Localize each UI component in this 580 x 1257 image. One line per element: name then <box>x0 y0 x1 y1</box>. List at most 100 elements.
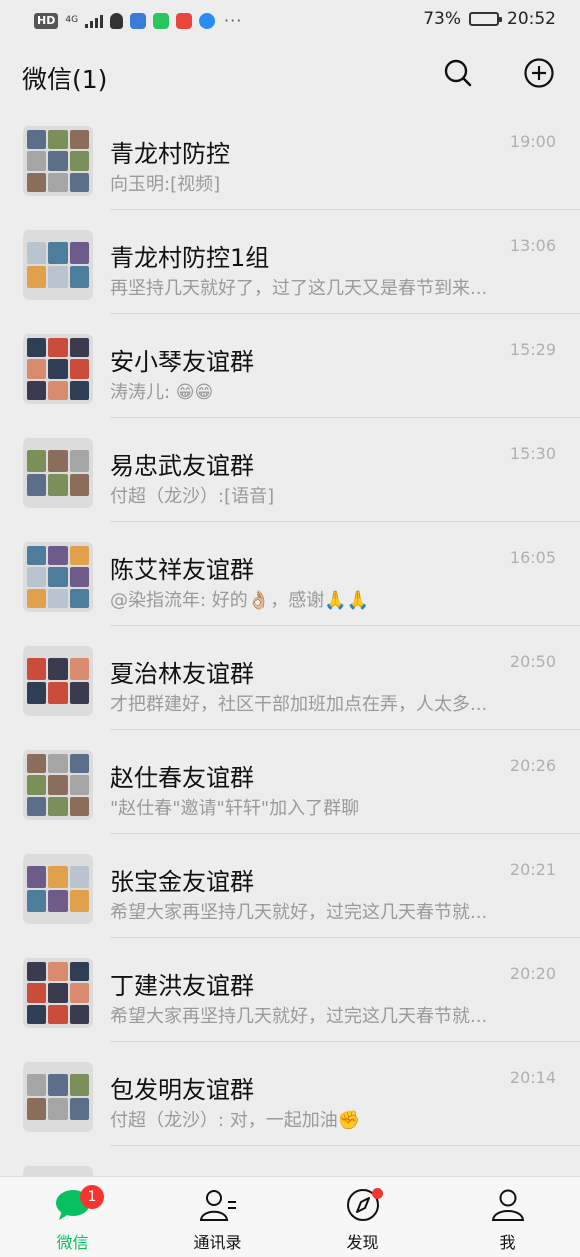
chat-row[interactable]: 包发明友谊群 付超（龙沙）: 对，一起加油✊ 20:14 <box>0 1042 580 1146</box>
member-thumbnail <box>48 983 68 1003</box>
contacts-icon <box>198 1187 238 1223</box>
member-thumbnail <box>69 588 89 608</box>
network-indicator: 4G <box>65 15 79 25</box>
member-thumbnail <box>48 682 68 704</box>
member-thumbnail <box>27 151 47 171</box>
chat-time: 20:20 <box>509 964 556 983</box>
member-thumbnail <box>27 962 47 982</box>
chat-row[interactable]: 夏治林友谊群 才把群建好，社区干部加班加点在弄，人太多... 20:50 <box>0 626 580 730</box>
tab-me[interactable]: 我 <box>435 1177 580 1257</box>
plus-circle-icon <box>524 58 554 88</box>
member-thumbnail <box>69 380 89 400</box>
member-thumbnail <box>27 682 47 704</box>
member-thumbnail <box>27 658 47 680</box>
member-thumbnail <box>69 1004 89 1024</box>
group-avatar <box>23 126 93 196</box>
chat-name: 张宝金友谊群 <box>110 868 254 896</box>
unread-badge: 1 <box>80 1185 104 1209</box>
chat-row[interactable]: 张宝金友谊群 希望大家再坚持几天就好，过完这几天春节就... 20:21 <box>0 834 580 938</box>
member-thumbnail <box>48 450 68 472</box>
member-thumbnail <box>27 242 47 264</box>
member-thumbnail <box>48 588 68 608</box>
member-thumbnail <box>69 266 89 288</box>
chat-list[interactable]: 青龙村防控 向玉明:[视频] 19:00 青龙村防控1组 再坚持几天就好了，过了这几天又… <box>0 106 580 1176</box>
chat-time: 13:06 <box>509 236 556 255</box>
group-avatar <box>23 230 93 300</box>
member-thumbnail <box>69 242 89 264</box>
status-bar: HD 4G ··· 73% 20:52 <box>0 0 580 42</box>
group-avatar <box>23 438 93 508</box>
chat-row-partial[interactable] <box>0 1146 580 1176</box>
more-notifications-icon: ··· <box>224 11 243 30</box>
member-thumbnail <box>48 658 68 680</box>
hd-indicator: HD <box>34 12 59 29</box>
chat-name: 丁建洪友谊群 <box>110 972 254 1000</box>
chat-row[interactable]: 青龙村防控1组 再坚持几天就好了，过了这几天又是春节到来... 13:06 <box>0 210 580 314</box>
chat-row[interactable]: 陈艾祥友谊群 @染指流年: 好的👌🏼，感谢🙏🙏 16:05 <box>0 522 580 626</box>
add-button[interactable] <box>522 56 556 90</box>
tab-bar: 1 微信 通讯录 发现 我 <box>0 1176 580 1257</box>
member-thumbnail <box>27 1098 47 1120</box>
chat-preview: 付超（龙沙）:[语音] <box>110 486 275 507</box>
member-thumbnail <box>48 567 68 587</box>
tab-label: 我 <box>499 1233 516 1252</box>
tab-contacts[interactable]: 通讯录 <box>145 1177 290 1257</box>
group-avatar <box>23 542 93 612</box>
chat-row[interactable]: 青龙村防控 向玉明:[视频] 19:00 <box>0 106 580 210</box>
chat-row[interactable]: 丁建洪友谊群 希望大家再坚持几天就好，过完这几天春节就... 20:20 <box>0 938 580 1042</box>
member-thumbnail <box>69 1098 89 1120</box>
member-thumbnail <box>69 983 89 1003</box>
member-thumbnail <box>48 474 68 496</box>
status-right: 73% 20:52 <box>423 9 556 29</box>
baidu-icon <box>130 12 147 29</box>
member-thumbnail <box>69 359 89 379</box>
chat-row[interactable]: 安小琴友谊群 涛涛儿: 😁😁 15:29 <box>0 314 580 418</box>
chat-name: 包发明友谊群 <box>110 1076 254 1104</box>
chat-preview: @染指流年: 好的👌🏼，感谢🙏🙏 <box>110 590 370 611</box>
member-thumbnail <box>48 796 68 816</box>
chat-name: 赵仕春友谊群 <box>110 764 254 792</box>
search-button[interactable] <box>441 56 475 90</box>
member-thumbnail <box>27 567 47 587</box>
member-thumbnail <box>27 1004 47 1024</box>
chat-time: 20:26 <box>509 756 556 775</box>
group-avatar <box>23 1166 93 1176</box>
chat-row[interactable]: 赵仕春友谊群 "赵仕春"邀请"轩轩"加入了群聊 20:26 <box>0 730 580 834</box>
member-thumbnail <box>69 546 89 566</box>
member-thumbnail <box>27 450 47 472</box>
member-thumbnail <box>48 172 68 192</box>
status-left: HD 4G ··· <box>34 11 242 30</box>
member-thumbnail <box>48 754 68 774</box>
member-thumbnail <box>48 890 68 912</box>
group-avatar <box>23 1062 93 1132</box>
member-thumbnail <box>69 172 89 192</box>
tab-chats[interactable]: 1 微信 <box>0 1177 145 1257</box>
member-thumbnail <box>69 682 89 704</box>
browser-icon <box>199 12 216 29</box>
member-thumbnail <box>48 359 68 379</box>
member-thumbnail <box>27 338 47 358</box>
iqiyi-icon <box>153 12 170 29</box>
chat-preview: 涛涛儿: 😁😁 <box>110 382 214 403</box>
chat-time: 16:05 <box>509 548 556 567</box>
chat-row[interactable]: 易忠武友谊群付超（龙沙）:[语音] 15:30 <box>0 418 580 522</box>
member-thumbnail <box>69 658 89 680</box>
member-thumbnail <box>69 1074 89 1096</box>
chat-preview: 付超（龙沙）: 对，一起加油✊ <box>110 1110 361 1131</box>
member-thumbnail <box>27 359 47 379</box>
title-bar: 微信(1) <box>0 42 580 106</box>
member-thumbnail <box>69 890 89 912</box>
tab-label: 发现 <box>346 1233 379 1252</box>
member-thumbnail <box>27 130 47 150</box>
member-thumbnail <box>27 380 47 400</box>
group-avatar <box>23 750 93 820</box>
member-thumbnail <box>48 1004 68 1024</box>
member-thumbnail <box>48 338 68 358</box>
tab-discover[interactable]: 发现 <box>290 1177 435 1257</box>
member-thumbnail <box>27 474 47 496</box>
member-thumbnail <box>27 588 47 608</box>
chat-time: 15:30 <box>509 444 556 463</box>
member-thumbnail <box>27 866 47 888</box>
member-thumbnail <box>27 983 47 1003</box>
chat-name: 易忠武友谊群 <box>110 452 254 480</box>
